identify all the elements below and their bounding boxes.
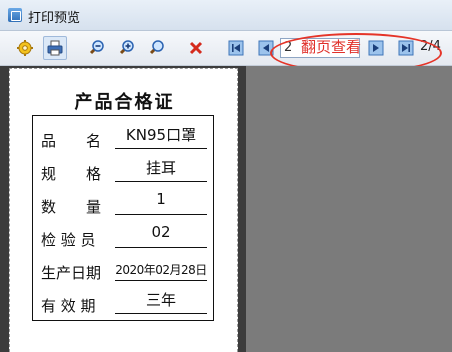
zoom-fit-button[interactable] (144, 36, 168, 60)
zoom-fit-icon (149, 40, 164, 55)
row-name: 品 名 KN95口罩 (33, 122, 215, 154)
field-value: 1 (115, 190, 207, 215)
print-button[interactable] (43, 36, 67, 60)
app-icon (8, 8, 22, 22)
settings-icon (17, 40, 33, 56)
row-inspector: 检 验 员 02 (33, 221, 215, 253)
field-label: 有 效 期 (41, 297, 96, 315)
field-label: 规 格 (41, 165, 102, 183)
zoom-out-icon (89, 40, 104, 55)
row-validity: 有 效 期 三年 (33, 287, 215, 319)
row-quantity: 数 量 1 (33, 188, 215, 220)
first-page-icon (228, 40, 244, 56)
row-spec: 规 格 挂耳 (33, 155, 215, 187)
field-value: 2020年02月28日 (115, 261, 207, 281)
field-label: 检 验 员 (41, 231, 96, 249)
first-page-button[interactable] (224, 36, 248, 60)
certificate-box: 品 名 KN95口罩 规 格 挂耳 数 量 1 检 验 员 02 生产日期 20… (32, 115, 214, 321)
certificate-title: 产品合格证 (74, 92, 175, 113)
close-icon (189, 41, 203, 55)
zoom-out-button[interactable] (84, 36, 108, 60)
field-label: 生产日期 (41, 264, 102, 282)
print-icon (47, 40, 63, 56)
preview-page: 产品合格证 品 名 KN95口罩 规 格 挂耳 数 量 1 检 验 员 02 生… (9, 68, 238, 352)
row-production-date: 生产日期 2020年02月28日 (33, 254, 215, 286)
zoom-in-button[interactable] (114, 36, 138, 60)
field-value: 02 (115, 223, 207, 248)
field-label: 品 名 (41, 132, 102, 150)
title-bar: 打印预览 (0, 0, 452, 31)
field-value: 挂耳 (115, 157, 207, 182)
window-title: 打印预览 (28, 11, 81, 26)
field-value: 三年 (115, 289, 207, 314)
zoom-in-icon (119, 40, 134, 55)
field-value: KN95口罩 (115, 124, 207, 149)
settings-button[interactable] (13, 36, 37, 60)
field-label: 数 量 (41, 198, 102, 216)
close-preview-button[interactable] (184, 36, 208, 60)
